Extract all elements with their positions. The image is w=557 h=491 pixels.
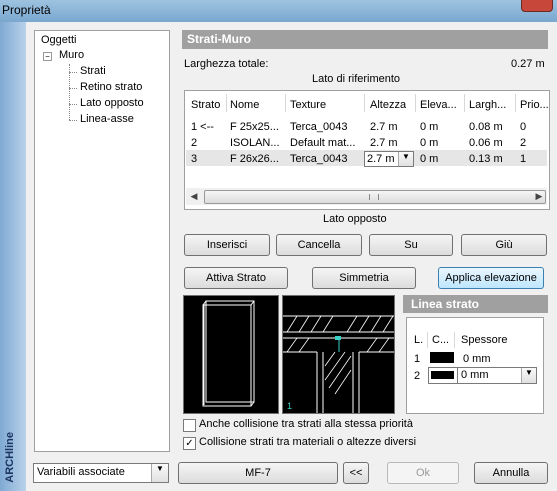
- col-header-texture[interactable]: Texture: [290, 99, 326, 111]
- tree-item-oggetti[interactable]: Oggetti: [41, 34, 76, 46]
- cell-texture: Terca_0043: [290, 121, 348, 133]
- cell-larghezza: 0.06 m: [469, 137, 503, 149]
- panel-header: Strati-Muro: [182, 30, 548, 49]
- ls-col-header-spessore[interactable]: Spessore: [461, 334, 507, 346]
- insert-button[interactable]: Inserisci: [184, 234, 270, 256]
- cell-strato: 3: [191, 153, 198, 165]
- altezza-dropdown[interactable]: 2.7 m ▼: [364, 151, 414, 167]
- spessore-dropdown[interactable]: 0 mm ▼: [457, 367, 537, 384]
- spessore-dropdown-value: 0 mm: [461, 369, 489, 381]
- window-title: Proprietà: [2, 3, 51, 17]
- collision-same-priority-checkbox[interactable]: [183, 419, 196, 432]
- collision-materials-checkbox[interactable]: ✓: [183, 437, 196, 450]
- ls-row-spessore: 0 mm: [463, 353, 491, 365]
- line-color-swatch[interactable]: [430, 352, 454, 363]
- cell-elevazione: 0 m: [420, 153, 439, 165]
- cell-strato: 1 <--: [191, 121, 214, 133]
- cell-texture: Terca_0043: [290, 153, 348, 165]
- layer-3d-preview: [183, 295, 279, 414]
- cell-texture: Default mat...: [290, 137, 356, 149]
- tree-item-retino-strato[interactable]: Retino strato: [80, 81, 142, 93]
- chevron-down-icon[interactable]: ▼: [151, 464, 168, 482]
- collision-materials-label: Collisione strati tra materiali o altezz…: [199, 436, 417, 448]
- total-width-value: 0.27 m: [511, 58, 545, 70]
- delete-button[interactable]: Cancella: [276, 234, 362, 256]
- cell-nome: F 26x26...: [230, 153, 279, 165]
- title-bar: Proprietà: [0, 0, 557, 22]
- associated-variables-select[interactable]: Variabili associate ▼: [33, 463, 169, 483]
- mf7-button[interactable]: MF-7: [178, 462, 338, 484]
- chevron-down-icon[interactable]: ▼: [521, 368, 536, 383]
- col-header-nome[interactable]: Nome: [230, 99, 259, 111]
- col-header-larghezza[interactable]: Largh...: [469, 99, 506, 111]
- chevron-down-icon[interactable]: ▼: [398, 152, 413, 166]
- brand-label: ARCHline: [4, 432, 16, 483]
- ls-col-header-l[interactable]: L.: [414, 334, 423, 346]
- scroll-left-icon[interactable]: ◀: [188, 190, 200, 203]
- cell-elevazione: 0 m: [420, 137, 439, 149]
- cell-strato: 2: [191, 137, 198, 149]
- svg-text:1: 1: [287, 401, 292, 411]
- tree-item-lato-opposto[interactable]: Lato opposto: [80, 97, 144, 109]
- col-header-elevazione[interactable]: Eleva...: [420, 99, 457, 111]
- cell-larghezza: 0.13 m: [469, 153, 503, 165]
- down-button[interactable]: Giù: [461, 234, 547, 256]
- apply-elevation-button[interactable]: Applica elevazione: [438, 267, 544, 289]
- cell-altezza: 2.7 m: [370, 121, 398, 133]
- layers-table[interactable]: Strato Nome Texture Altezza Eleva... Lar…: [184, 90, 550, 210]
- up-button[interactable]: Su: [369, 234, 453, 256]
- opposite-side-label: Lato opposto: [323, 213, 387, 225]
- close-button[interactable]: [521, 0, 553, 12]
- cell-altezza: 2.7 m: [370, 137, 398, 149]
- line-color-dropdown[interactable]: [428, 367, 458, 384]
- associated-variables-value: Variabili associate: [37, 466, 125, 478]
- horizontal-scrollbar[interactable]: ◀ ▶: [186, 188, 547, 205]
- line-strato-header: Linea strato: [403, 295, 548, 313]
- scroll-thumb[interactable]: [204, 190, 546, 204]
- activate-layer-button[interactable]: Attiva Strato: [184, 267, 288, 289]
- reference-side-label: Lato di riferimento: [312, 73, 401, 85]
- ls-col-header-c[interactable]: C...: [432, 334, 449, 346]
- tree-item-linea-asse[interactable]: Linea-asse: [80, 113, 134, 125]
- ls-row-index: 2: [414, 370, 421, 382]
- cell-priorita: 1: [520, 153, 527, 165]
- col-header-altezza[interactable]: Altezza: [370, 99, 406, 111]
- tree-item-strati[interactable]: Strati: [80, 65, 106, 77]
- cell-priorita: 2: [520, 137, 527, 149]
- ls-row-index: 1: [414, 353, 421, 365]
- scroll-right-icon[interactable]: ▶: [533, 190, 545, 203]
- col-header-priorita[interactable]: Prio...: [520, 99, 549, 111]
- cell-elevazione: 0 m: [420, 121, 439, 133]
- collapse-icon[interactable]: −: [43, 52, 52, 61]
- cell-larghezza: 0.08 m: [469, 121, 503, 133]
- line-strato-table[interactable]: L. C... Spessore 1 0 mm 2 0 mm ▼: [406, 317, 544, 414]
- altezza-dropdown-value: 2.7 m: [367, 153, 395, 165]
- total-width-label: Larghezza totale:: [184, 58, 269, 70]
- tree-item-muro[interactable]: Muro: [59, 49, 84, 61]
- properties-tree[interactable]: Oggetti − Muro Strati Retino strato Lato…: [34, 30, 170, 452]
- cancel-button[interactable]: Annulla: [474, 462, 548, 484]
- ok-button[interactable]: Ok: [387, 462, 459, 484]
- col-header-strato[interactable]: Strato: [191, 99, 220, 111]
- back-button[interactable]: <<: [343, 462, 369, 484]
- symmetry-button[interactable]: Simmetria: [312, 267, 416, 289]
- junction-section-preview: 1: [282, 295, 395, 414]
- line-strato-title: Linea strato: [411, 297, 480, 311]
- cell-priorita: 0: [520, 121, 527, 133]
- brand-strip: ARCHline: [0, 22, 26, 491]
- cell-nome: ISOLAN...: [230, 137, 280, 149]
- panel-title: Strati-Muro: [187, 32, 251, 46]
- cell-nome: F 25x25...: [230, 121, 279, 133]
- collision-same-priority-label: Anche collisione tra strati alla stessa …: [199, 418, 413, 430]
